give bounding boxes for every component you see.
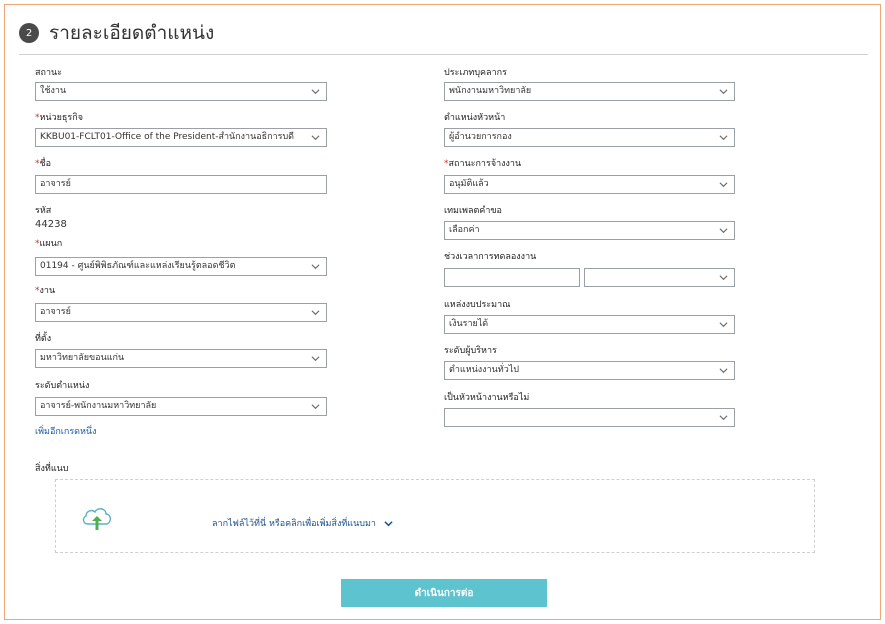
employment-status-value: อนุมัติแล้ว	[449, 179, 489, 189]
department-value: 01194 - ศูนย์พิพิธภัณฑ์และแหล่งเรียนรู้ต…	[40, 261, 236, 271]
chevron-down-icon	[311, 356, 320, 362]
section-header: 2 รายละเอียดตำแหน่ง	[19, 17, 214, 49]
employment-status-label: สถานะการจ้างงาน	[448, 159, 522, 169]
probation-input[interactable]	[444, 268, 580, 287]
request-template-label: เทมเพลตคำขอ	[444, 206, 502, 216]
business-unit-field: *หน่วยธุรกิจ	[35, 112, 83, 124]
budget-source-field: แหล่งงบประมาณ	[444, 299, 510, 311]
is-head-select[interactable]	[444, 408, 735, 427]
chevron-down-icon	[719, 415, 728, 421]
attachments-label: สิ่งที่แนบ	[35, 464, 69, 474]
department-select[interactable]: 01194 - ศูนย์พิพิธภัณฑ์และแหล่งเรียนรู้ต…	[35, 257, 327, 276]
name-input[interactable]: อาจารย์	[35, 175, 327, 194]
business-unit-label: หน่วยธุรกิจ	[39, 113, 83, 123]
location-label: ที่ตั้ง	[35, 334, 52, 344]
executive-level-field: ระดับผู้บริหาร	[444, 345, 497, 357]
position-level-value: อาจารย์-พนักงานมหาวิทยาลัย	[40, 401, 157, 411]
chevron-down-icon	[311, 404, 320, 410]
chevron-down-icon	[311, 135, 320, 141]
status-select[interactable]: ใช้งาน	[35, 82, 327, 101]
personnel-type-label: ประเภทบุคลากร	[444, 68, 507, 78]
job-value: อาจารย์	[40, 307, 71, 317]
continue-button[interactable]: ดำเนินการต่อ	[341, 579, 547, 607]
chevron-down-icon	[384, 520, 393, 526]
request-template-value: เลือกค่า	[449, 225, 480, 235]
job-label: งาน	[39, 286, 56, 296]
add-grade-link[interactable]: เพิ่มอีกเกรดหนึ่ง	[35, 424, 96, 438]
personnel-type-value: พนักงานมหาวิทยาลัย	[449, 86, 532, 96]
executive-level-select[interactable]: ตำแหน่งงานทั่วไป	[444, 361, 735, 380]
chevron-down-icon	[719, 182, 728, 188]
budget-source-value: เงินรายได้	[449, 319, 489, 329]
head-position-label: ตำแหน่งหัวหน้า	[444, 113, 506, 123]
location-value: มหาวิทยาลัยขอนแก่น	[40, 353, 125, 363]
employment-status-field: *สถานะการจ้างงาน	[444, 158, 521, 170]
step-badge: 2	[19, 23, 39, 43]
chevron-down-icon	[719, 275, 728, 281]
probation-unit-select[interactable]	[584, 268, 735, 287]
code-label: รหัส	[35, 206, 52, 216]
name-label: ชื่อ	[39, 159, 52, 169]
chevron-down-icon	[719, 135, 728, 141]
position-level-label: ระดับตำแหน่ง	[35, 381, 90, 391]
employment-status-select[interactable]: อนุมัติแล้ว	[444, 175, 735, 194]
chevron-down-icon	[311, 264, 320, 270]
chevron-down-icon	[311, 89, 320, 95]
executive-level-label: ระดับผู้บริหาร	[444, 346, 497, 356]
status-field: สถานะ	[35, 67, 62, 79]
attachment-dropzone[interactable]: ลากไฟล์ไว้ที่นี่ หรือคลิกเพื่อเพิ่มสิ่งท…	[55, 479, 815, 553]
header-divider	[19, 54, 868, 55]
request-template-select[interactable]: เลือกค่า	[444, 221, 735, 240]
cloud-upload-icon	[82, 508, 111, 530]
code-field: รหัส 44238	[35, 205, 67, 230]
location-field: ที่ตั้ง	[35, 333, 51, 345]
location-select[interactable]: มหาวิทยาลัยขอนแก่น	[35, 349, 327, 368]
name-field: *ชื่อ	[35, 158, 51, 170]
position-level-field: ระดับตำแหน่ง	[35, 380, 89, 392]
dropzone-text-row[interactable]: ลากไฟล์ไว้ที่นี่ หรือคลิกเพื่อเพิ่มสิ่งท…	[212, 516, 393, 530]
status-label: สถานะ	[35, 68, 62, 78]
chevron-down-icon	[719, 368, 728, 374]
page-frame: 2 รายละเอียดตำแหน่ง สถานะ ใช้งาน *หน่วยธ…	[4, 4, 881, 620]
job-field: *งาน	[35, 285, 55, 297]
status-value: ใช้งาน	[40, 86, 67, 96]
is-head-label: เป็นหัวหน้างานหรือไม่	[444, 393, 530, 403]
business-unit-value: KKBU01-FCLT01-Office of the President-สำ…	[40, 132, 295, 142]
personnel-type-select[interactable]: พนักงานมหาวิทยาลัย	[444, 82, 735, 101]
personnel-type-field: ประเภทบุคลากร	[444, 67, 507, 79]
chevron-down-icon	[311, 310, 320, 316]
business-unit-select[interactable]: KKBU01-FCLT01-Office of the President-สำ…	[35, 128, 327, 147]
chevron-down-icon	[719, 228, 728, 234]
code-value: 44238	[35, 219, 67, 230]
executive-level-value: ตำแหน่งงานทั่วไป	[449, 365, 520, 375]
attachments-field: สิ่งที่แนบ	[35, 463, 69, 475]
head-position-value: ผู้อำนวยการกอง	[449, 132, 512, 142]
budget-source-select[interactable]: เงินรายได้	[444, 315, 735, 334]
request-template-field: เทมเพลตคำขอ	[444, 205, 502, 217]
head-position-field: ตำแหน่งหัวหน้า	[444, 112, 505, 124]
dropzone-text: ลากไฟล์ไว้ที่นี่ หรือคลิกเพื่อเพิ่มสิ่งท…	[212, 519, 376, 529]
department-label: แผนก	[39, 239, 63, 249]
chevron-down-icon	[719, 322, 728, 328]
chevron-down-icon	[719, 89, 728, 95]
name-value: อาจารย์	[40, 179, 71, 189]
head-position-select[interactable]: ผู้อำนวยการกอง	[444, 128, 735, 147]
is-head-field: เป็นหัวหน้างานหรือไม่	[444, 392, 529, 404]
job-select[interactable]: อาจารย์	[35, 303, 327, 322]
department-field: *แผนก	[35, 238, 62, 250]
budget-source-label: แหล่งงบประมาณ	[444, 300, 511, 310]
section-title: รายละเอียดตำแหน่ง	[49, 22, 215, 44]
position-level-select[interactable]: อาจารย์-พนักงานมหาวิทยาลัย	[35, 397, 327, 416]
probation-field: ช่วงเวลาการทดลองงาน	[444, 251, 536, 263]
probation-label: ช่วงเวลาการทดลองงาน	[444, 252, 537, 262]
